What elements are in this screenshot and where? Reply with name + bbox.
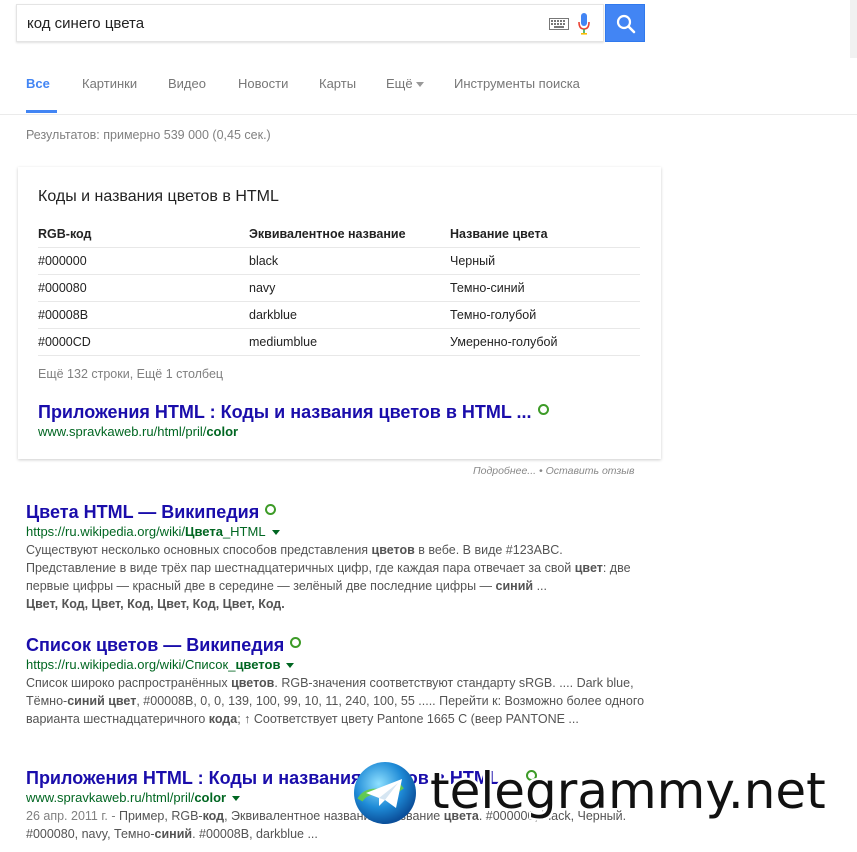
table-header: RGB-код	[38, 227, 92, 241]
card-result-link[interactable]: Приложения HTML : Коды и названия цветов…	[38, 402, 549, 423]
snippet-bold: синий цвет	[67, 694, 137, 708]
more-rows-text: Ещё 132 строки, Ещё 1 столбец	[38, 367, 224, 381]
search-button[interactable]	[605, 4, 645, 42]
microphone-icon[interactable]	[577, 12, 591, 36]
result-title[interactable]: Цвета HTML — Википедия	[26, 501, 646, 523]
url-bold: color	[194, 790, 227, 805]
table-cell: black	[249, 254, 279, 268]
tab-news[interactable]: Новости	[238, 76, 288, 91]
url-prefix: https://ru.wikipedia.org/wiki/Список_	[26, 657, 236, 672]
results-stats: Результатов: примерно 539 000 (0,45 сек.…	[26, 128, 271, 142]
table-cell: navy	[249, 281, 276, 295]
search-input[interactable]	[17, 5, 547, 41]
snippet-text: . #00008B, darkblue ...	[192, 827, 318, 841]
table-cell: Черный	[450, 254, 496, 268]
caret-down-icon[interactable]	[271, 530, 280, 536]
chevron-down-icon	[415, 82, 424, 88]
tab-video[interactable]: Видео	[168, 76, 206, 91]
tab-maps[interactable]: Карты	[319, 76, 356, 91]
tab-search-tools[interactable]: Инструменты поиска	[454, 76, 580, 91]
search-result: Список цветов — Википедия https://ru.wik…	[26, 634, 646, 728]
result-snippet: Существуют несколько основных способов п…	[26, 541, 646, 613]
card-link-title: Приложения HTML : Коды и названия цветов…	[38, 402, 532, 422]
caret-down-icon[interactable]	[232, 796, 241, 802]
snippet-bold: Цвет, Код, Цвет, Код, Цвет, Код, Цвет, К…	[26, 597, 285, 611]
url-suffix: _HTML	[222, 524, 266, 539]
tab-images[interactable]: Картинки	[82, 76, 137, 91]
url-bold: цветов	[235, 657, 281, 672]
table-cell: #000080	[38, 281, 87, 295]
search-box[interactable]	[16, 4, 604, 42]
keyboard-icon[interactable]	[549, 18, 569, 30]
tab-more[interactable]: Ещё	[386, 76, 424, 91]
result-title-text: Цвета HTML — Википедия	[26, 502, 260, 522]
table-cell: #000000	[38, 254, 87, 268]
snippet-bold: код	[202, 809, 225, 823]
leave-feedback-link[interactable]: Оставить отзыв	[546, 465, 635, 477]
divider	[38, 247, 640, 248]
card-result-url: www.spravkaweb.ru/html/pril/color	[38, 424, 238, 439]
secure-icon	[537, 404, 549, 415]
top-bar	[0, 0, 857, 58]
result-url: https://ru.wikipedia.org/wiki/Список_цве…	[26, 656, 646, 674]
card-title: Коды и названия цветов в HTML	[38, 188, 279, 205]
watermark: telegrammy.net	[352, 760, 842, 830]
url-bold: color	[206, 424, 239, 439]
tab-more-label: Ещё	[386, 76, 413, 91]
active-tab-indicator	[26, 110, 57, 113]
table-cell: #0000CD	[38, 335, 91, 349]
url-bold: Цвета	[184, 524, 223, 539]
snippet-bold: цветов	[231, 676, 275, 690]
table-cell: #00008B	[38, 308, 89, 322]
scrollbar[interactable]	[850, 0, 857, 58]
snippet-text: Существуют несколько основных способов п…	[26, 543, 372, 557]
more-link[interactable]: Подробнее...	[473, 465, 536, 477]
separator: •	[536, 465, 546, 477]
telegram-logo-icon	[354, 762, 416, 824]
result-url: https://ru.wikipedia.org/wiki/Цвета_HTML	[26, 523, 646, 541]
divider	[38, 274, 640, 275]
divider	[38, 301, 640, 302]
table-cell: Умеренно-голубой	[450, 335, 558, 349]
snippet-text: Пример, RGB-	[118, 809, 203, 823]
watermark-text: telegrammy.net	[430, 762, 826, 820]
url-prefix: www.spravkaweb.ru/html/pril/	[26, 790, 195, 805]
search-tabs: Все Картинки Видео Новости Карты Ещё Инс…	[0, 58, 857, 115]
search-result: Цвета HTML — Википедия https://ru.wikipe…	[26, 501, 646, 613]
feedback-links: Подробнее... • Оставить отзыв	[473, 465, 635, 477]
snippet-text: ; ↑ Соответствует цвету Pantone 1665 C (…	[237, 712, 579, 726]
caret-down-icon[interactable]	[286, 663, 295, 669]
snippet-text: ...	[533, 579, 547, 593]
table-cell: Темно-синий	[450, 281, 525, 295]
snippet-bold: синий	[154, 827, 193, 841]
divider	[38, 328, 640, 329]
result-snippet: Список широко распространённых цветов. R…	[26, 674, 646, 728]
secure-icon	[290, 637, 302, 648]
secure-icon	[265, 504, 277, 515]
result-title[interactable]: Список цветов — Википедия	[26, 634, 646, 656]
snippet-bold: синий	[495, 579, 534, 593]
tab-all[interactable]: Все	[26, 76, 50, 91]
url-prefix: https://ru.wikipedia.org/wiki/	[26, 524, 185, 539]
url-prefix: www.spravkaweb.ru/html/pril/	[38, 424, 207, 439]
table-cell: darkblue	[249, 308, 297, 322]
table-cell: Темно-голубой	[450, 308, 537, 322]
snippet-text: Список широко распространённых	[26, 676, 232, 690]
table-cell: mediumblue	[249, 335, 318, 349]
divider	[38, 355, 640, 356]
search-icon	[616, 14, 636, 34]
snippet-bold: цвет	[574, 561, 603, 575]
table-header: Эквивалентное название	[249, 227, 406, 241]
snippet-bold: цветов	[371, 543, 415, 557]
table-header: Название цвета	[450, 227, 548, 241]
featured-snippet-card: Коды и названия цветов в HTML RGB-код Эк…	[18, 167, 661, 459]
result-title-text: Список цветов — Википедия	[26, 635, 285, 655]
snippet-date: 26 апр. 2011 г. -	[26, 809, 119, 823]
snippet-bold: кода	[208, 712, 238, 726]
